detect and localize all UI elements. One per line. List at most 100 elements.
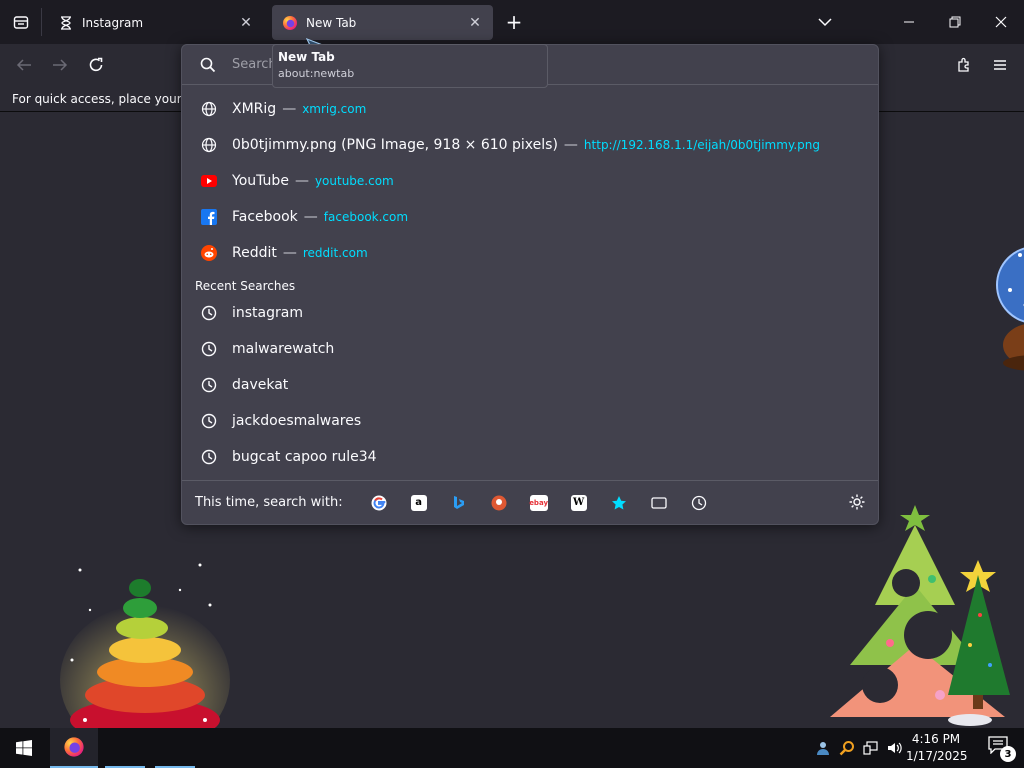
google-engine-button[interactable]: [359, 488, 399, 518]
firefox-icon: [64, 737, 84, 757]
tab-instagram[interactable]: Instagram ✕: [48, 5, 264, 40]
google-icon: [371, 495, 387, 510]
arrow-left-icon: [16, 59, 31, 71]
separator: —: [303, 209, 318, 225]
bookmarks-hint: For quick access, place your boo: [12, 92, 208, 106]
close-tab-icon[interactable]: ✕: [467, 15, 483, 31]
recent-search-row[interactable]: malwarewatch: [182, 331, 878, 367]
snow-globe-decoration: [996, 247, 1024, 371]
amazon-engine-button[interactable]: a: [399, 488, 439, 518]
list-all-tabs-button[interactable]: [802, 0, 848, 44]
suggestion-row[interactable]: YouTube — youtube.com: [182, 163, 878, 199]
search-settings-button[interactable]: [846, 491, 868, 513]
recent-search-text: instagram: [232, 305, 303, 321]
tabs-engine-button[interactable]: [639, 488, 679, 518]
puzzle-icon: [958, 57, 969, 72]
suggestion-row[interactable]: XMRig — xmrig.com: [182, 91, 878, 127]
wikipedia-engine-button[interactable]: W: [559, 488, 599, 518]
globe-icon: [200, 100, 218, 118]
close-icon: [995, 16, 1007, 28]
firefox-icon: [282, 15, 298, 31]
amazon-icon: a: [410, 494, 427, 511]
tray-user-icon[interactable]: [812, 728, 834, 768]
swirl-tree-decoration: [60, 563, 230, 750]
recent-search-row[interactable]: jackdoesmalwares: [182, 403, 878, 439]
search-with-label: This time, search with:: [195, 495, 343, 510]
facebook-icon: [200, 208, 218, 226]
tray-volume-icon[interactable]: [884, 728, 906, 768]
taskbar-clock[interactable]: 4:16 PM 1/17/2025: [906, 731, 968, 765]
tab-title: New Tab: [306, 15, 357, 30]
suggestion-title: Reddit: [232, 245, 277, 261]
clock-icon: [200, 304, 218, 322]
suggestion-title: XMRig: [232, 101, 277, 117]
urlbar-dropdown: XMRig — xmrig.com 0b0tjimmy.png (PNG Ima…: [181, 44, 879, 525]
taskbar-app-2[interactable]: [102, 728, 148, 768]
tray-search-icon[interactable]: [836, 728, 858, 768]
clock-icon: [200, 412, 218, 430]
hamburger-icon: [994, 60, 1006, 70]
plus-icon: +: [505, 10, 523, 34]
ebay-engine-button[interactable]: ebay: [519, 488, 559, 518]
back-button[interactable]: [10, 51, 38, 79]
start-button[interactable]: [0, 728, 48, 768]
bookmarks-engine-button[interactable]: [599, 488, 639, 518]
taskbar-app-3[interactable]: [152, 728, 198, 768]
firefox-view-icon: [13, 16, 29, 29]
notification-count: 3: [1000, 746, 1016, 762]
chevron-down-icon: [818, 18, 832, 27]
history-icon: [691, 495, 706, 510]
recent-searches-label: Recent Searches: [195, 279, 296, 293]
duckduckgo-icon: [491, 495, 507, 510]
reload-icon: [89, 57, 103, 72]
tab-strip: Instagram ✕ New Tab ✕ +: [0, 0, 1024, 44]
tabs-icon: [650, 496, 667, 509]
network-icon: [863, 741, 878, 755]
suggestion-row[interactable]: Facebook — facebook.com: [182, 199, 878, 235]
clock-icon: [200, 376, 218, 394]
bing-icon: [453, 495, 464, 509]
suggestion-row[interactable]: 0b0tjimmy.png (PNG Image, 918 × 610 pixe…: [182, 127, 878, 163]
extensions-button[interactable]: [950, 51, 978, 79]
tray-network-icon[interactable]: [860, 728, 882, 768]
minimize-button[interactable]: [886, 0, 932, 44]
clock-date: 1/17/2025: [906, 749, 968, 763]
taskbar-firefox[interactable]: [50, 728, 98, 768]
separator: —: [294, 173, 309, 189]
separator: —: [563, 137, 578, 153]
close-tab-icon[interactable]: ✕: [238, 15, 254, 31]
clock-icon: [200, 448, 218, 466]
app-menu-button[interactable]: [986, 51, 1014, 79]
reload-button[interactable]: [82, 51, 110, 79]
recent-search-text: malwarewatch: [232, 341, 335, 357]
bing-engine-button[interactable]: [439, 488, 479, 518]
suggestion-row[interactable]: Reddit — reddit.com: [182, 235, 878, 271]
recent-search-text: jackdoesmalwares: [232, 413, 362, 429]
suggestion-url: reddit.com: [302, 246, 368, 260]
windows-icon: [16, 740, 32, 756]
duckduckgo-engine-button[interactable]: [479, 488, 519, 518]
arrow-right-icon: [53, 59, 68, 71]
forward-button[interactable]: [46, 51, 74, 79]
action-center-button[interactable]: 3: [988, 736, 1016, 762]
magnifier-icon: [839, 741, 854, 756]
close-window-button[interactable]: [978, 0, 1024, 44]
clock-icon: [200, 340, 218, 358]
clock-time: 4:16 PM: [911, 732, 961, 746]
recent-search-row[interactable]: davekat: [182, 367, 878, 403]
firefox-view-button[interactable]: [0, 0, 42, 44]
restore-button[interactable]: [932, 0, 978, 44]
gear-icon: [849, 494, 865, 510]
history-engine-button[interactable]: [679, 488, 719, 518]
suggestion-url: xmrig.com: [302, 102, 367, 116]
recent-search-row[interactable]: bugcat capoo rule34: [182, 439, 878, 475]
recent-search-row[interactable]: instagram: [182, 295, 878, 331]
new-tab-button[interactable]: +: [502, 10, 526, 34]
ebay-icon: ebay: [529, 494, 548, 511]
youtube-icon: [200, 172, 218, 190]
recent-search-text: davekat: [232, 377, 289, 393]
recent-search-text: bugcat capoo rule34: [232, 449, 377, 465]
tab-new-tab[interactable]: New Tab ✕: [272, 5, 493, 40]
tab-title: Instagram: [82, 15, 144, 30]
christmas-tree-decoration: [830, 505, 1010, 726]
